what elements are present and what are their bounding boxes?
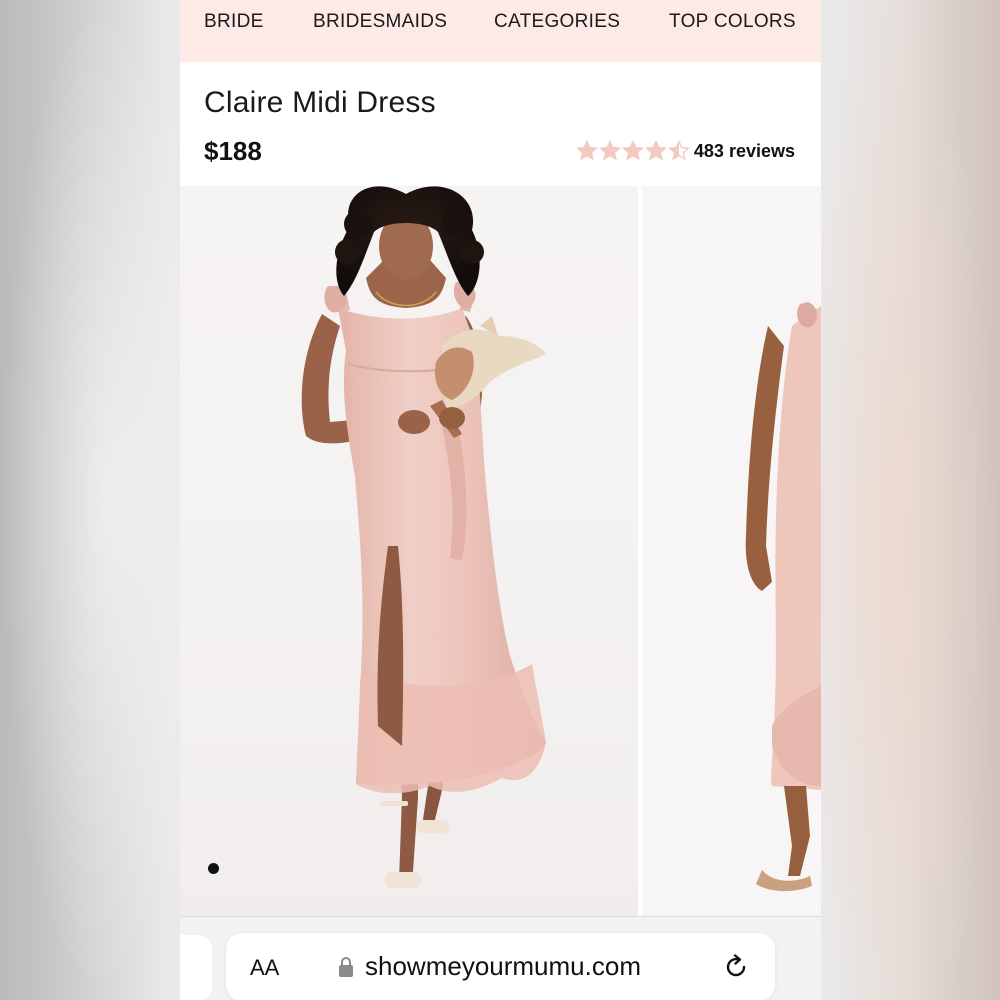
reviews-link[interactable]: 483 reviews <box>694 141 795 162</box>
nav-item-bride[interactable]: BRIDE <box>204 11 264 33</box>
product-image-main[interactable] <box>180 186 638 916</box>
url-text[interactable]: showmeyourmumu.com <box>365 951 641 982</box>
previous-tab-pill[interactable] <box>180 935 212 1000</box>
product-image-secondary[interactable] <box>642 186 821 916</box>
nav-item-top-colors[interactable]: TOP COLORS <box>669 11 796 33</box>
pagination-dot[interactable] <box>265 863 276 874</box>
phone-screen: BRIDE BRIDESMAIDS CATEGORIES TOP COLORS … <box>180 0 821 1000</box>
pagination-dot[interactable] <box>208 863 219 874</box>
model-front-illustration <box>301 186 546 888</box>
star-icon <box>667 140 690 161</box>
pagination-dot[interactable] <box>227 863 238 874</box>
nav-item-bridesmaids[interactable]: BRIDESMAIDS <box>313 11 447 33</box>
pagination-dot[interactable] <box>341 863 352 874</box>
rating-stars <box>575 140 690 162</box>
pagination-dot[interactable] <box>284 863 295 874</box>
text-size-button[interactable]: AA <box>250 955 279 981</box>
star-icon <box>598 140 621 161</box>
reload-icon[interactable] <box>722 953 750 981</box>
nav-item-categories[interactable]: CATEGORIES <box>494 11 620 33</box>
pagination-dot[interactable] <box>246 863 257 874</box>
background-right <box>820 0 1000 1000</box>
pagination-dot[interactable] <box>322 863 333 874</box>
star-icon <box>575 140 598 161</box>
top-nav: BRIDE BRIDESMAIDS CATEGORIES TOP COLORS <box>180 0 821 62</box>
browser-toolbar: AA showmeyourmumu.com <box>180 916 821 1000</box>
gallery-pagination[interactable] <box>208 863 352 874</box>
star-icon <box>644 140 667 161</box>
address-bar[interactable]: AA showmeyourmumu.com <box>226 933 775 1000</box>
star-icon <box>621 140 644 161</box>
product-rating[interactable]: 483 reviews <box>575 140 795 162</box>
pagination-dot[interactable] <box>303 863 314 874</box>
model-side-illustration <box>745 302 821 892</box>
product-title: Claire Midi Dress <box>204 86 436 119</box>
lock-icon <box>339 957 353 977</box>
product-image-gallery[interactable] <box>180 186 821 916</box>
background-left <box>0 0 180 1000</box>
product-price: $188 <box>204 136 262 166</box>
